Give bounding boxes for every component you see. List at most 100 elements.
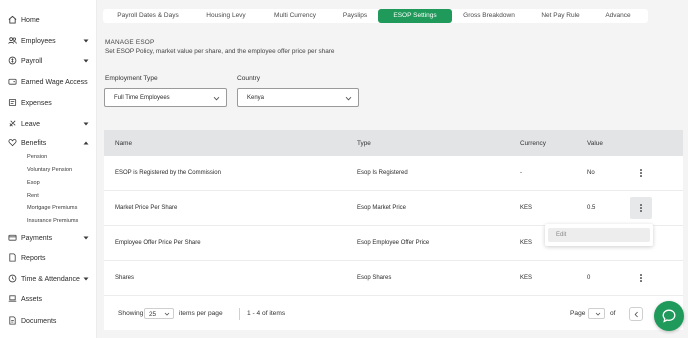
column-header-currency[interactable]: Currency bbox=[520, 140, 546, 147]
receipt-icon bbox=[8, 98, 17, 107]
cell-value: No bbox=[587, 170, 595, 176]
row-actions-kebab-icon[interactable] bbox=[638, 169, 644, 179]
cell-value: 0 bbox=[587, 275, 591, 281]
row-actions-kebab-icon[interactable] bbox=[638, 204, 644, 214]
section-subtitle: Set ESOP Policy, market value per share,… bbox=[105, 48, 335, 55]
sidebar-item-benefits[interactable]: Benefits bbox=[0, 135, 97, 151]
chevron-down-icon bbox=[83, 121, 89, 127]
cell-currency: KES bbox=[520, 275, 533, 281]
chevron-down-icon bbox=[345, 95, 352, 102]
chevron-left-icon bbox=[634, 311, 638, 318]
per-page-value: 25 bbox=[149, 310, 157, 318]
tab-payroll-dates-days[interactable]: Payroll Dates & Days bbox=[106, 9, 190, 23]
cell-type: Esop Market Price bbox=[357, 205, 407, 211]
cell-currency: KES bbox=[520, 240, 533, 246]
per-page-select[interactable]: 25 bbox=[144, 308, 174, 319]
sidebar-item-label: Payroll bbox=[21, 57, 43, 65]
previous-page-button[interactable] bbox=[629, 307, 643, 321]
cell-type: Esop Employee Offer Price bbox=[357, 240, 430, 246]
sidebar-item-label: Earned Wage Access bbox=[21, 78, 88, 86]
tab-esop-settings[interactable]: ESOP Settings bbox=[378, 9, 452, 23]
sidebar-item-employees[interactable]: Employees bbox=[0, 33, 97, 49]
country-select[interactable]: Kenya bbox=[237, 88, 359, 107]
sidebar-item-payroll[interactable]: Payroll bbox=[0, 53, 97, 69]
sidebar-item-label: Benefits bbox=[21, 139, 47, 147]
tab-payslips[interactable]: Payslips bbox=[333, 9, 377, 23]
tab-net-pay-rule[interactable]: Net Pay Rule bbox=[533, 9, 588, 23]
cell-name: Employee Offer Price Per Share bbox=[115, 240, 201, 246]
sidebar-subitem-esop[interactable]: Esop bbox=[27, 180, 40, 186]
per-page-suffix: items per page bbox=[179, 310, 223, 317]
employment-type-label: Employment Type bbox=[105, 75, 158, 82]
column-header-name[interactable]: Name bbox=[115, 140, 132, 147]
table-footer: Showing 25 items per page 1 - 4 of items… bbox=[104, 300, 683, 330]
clock-icon bbox=[8, 274, 17, 283]
edit-menu-item[interactable]: Edit bbox=[548, 228, 650, 242]
sidebar-item-label: Payments bbox=[21, 234, 53, 242]
employment-type-value: Full Time Employees bbox=[114, 95, 170, 101]
sidebar-item-leave[interactable]: Leave bbox=[0, 116, 97, 132]
column-header-value[interactable]: Value bbox=[587, 140, 603, 147]
sidebar-subitem-insurance-premiums[interactable]: Insurance Premiums bbox=[27, 218, 78, 224]
tab-gross-breakdown[interactable]: Gross Breakdown bbox=[457, 9, 521, 23]
employment-type-select[interactable]: Full Time Employees bbox=[104, 88, 227, 107]
cell-name: Market Price Per Share bbox=[115, 205, 178, 211]
country-value: Kenya bbox=[247, 95, 265, 101]
range-text: 1 - 4 of items bbox=[247, 310, 286, 317]
row-actions-kebab-icon[interactable] bbox=[638, 274, 644, 284]
tab-multi-currency[interactable]: Multi Currency bbox=[263, 9, 327, 23]
tab-housing-levy[interactable]: Housing Levy bbox=[195, 9, 257, 23]
chevron-down-icon bbox=[595, 311, 601, 317]
chevron-down-icon bbox=[164, 311, 170, 317]
cell-currency: - bbox=[520, 170, 522, 176]
column-header-type[interactable]: Type bbox=[357, 140, 371, 147]
sidebar-item-assets[interactable]: Assets bbox=[0, 291, 97, 307]
card-icon bbox=[8, 233, 17, 242]
chat-support-button[interactable] bbox=[654, 301, 684, 331]
cell-currency: KES bbox=[520, 205, 533, 211]
cell-name: Shares bbox=[115, 275, 135, 281]
sidebar-subitem-rent[interactable]: Rent bbox=[27, 193, 39, 199]
heart-icon bbox=[8, 138, 17, 147]
sidebar-item-label: Employees bbox=[21, 37, 56, 45]
country-label: Country bbox=[237, 75, 261, 82]
sidebar-item-time-attendance[interactable]: Time & Attendance bbox=[0, 271, 97, 287]
sidebar-subitem-mortgage-premiums[interactable]: Mortgage Premiums bbox=[27, 205, 77, 211]
section-title: MANAGE ESOP bbox=[105, 39, 155, 46]
cell-type: Esop Shares bbox=[357, 275, 392, 281]
sidebar-subitem-voluntary-pension[interactable]: Voluntary Pension bbox=[27, 167, 72, 173]
sidebar-item-label: Assets bbox=[21, 295, 43, 303]
sidebar-subitem-pension[interactable]: Pension bbox=[27, 154, 47, 160]
chevron-down-icon bbox=[213, 95, 220, 102]
sidebar-item-home[interactable]: Home bbox=[0, 12, 97, 28]
chevron-down-icon bbox=[83, 38, 89, 44]
sidebar-item-documents[interactable]: Documents bbox=[0, 313, 97, 329]
file-icon bbox=[8, 316, 17, 325]
app-root: Home Employees Payroll Earned Wage Acces… bbox=[0, 0, 688, 338]
page-select[interactable] bbox=[588, 308, 605, 319]
payroll-icon bbox=[8, 56, 17, 65]
cell-name: ESOP is Registered by the Commission bbox=[115, 170, 221, 176]
chevron-up-icon bbox=[83, 140, 89, 146]
sidebar-item-reports[interactable]: Reports bbox=[0, 250, 97, 266]
tab-advance[interactable]: Advance bbox=[598, 9, 638, 23]
cell-type: Esop Is Registered bbox=[357, 170, 408, 176]
wallet-icon bbox=[8, 77, 17, 86]
leave-icon bbox=[8, 119, 17, 128]
of-label: of bbox=[610, 310, 616, 317]
sidebar-item-label: Documents bbox=[21, 317, 57, 325]
table-row[interactable]: ESOP is Registered by the Commission Eso… bbox=[104, 156, 683, 191]
table-row[interactable]: Shares Esop Shares KES 0 bbox=[104, 261, 683, 296]
chevron-down-icon bbox=[83, 235, 89, 241]
document-icon bbox=[8, 253, 17, 262]
sidebar-item-expenses[interactable]: Expenses bbox=[0, 95, 97, 111]
sidebar-item-earned-wage-access[interactable]: Earned Wage Access bbox=[0, 74, 97, 90]
home-icon bbox=[8, 15, 17, 24]
divider bbox=[239, 308, 240, 320]
table-row[interactable]: Market Price Per Share Esop Market Price… bbox=[104, 191, 683, 226]
sidebar-item-label: Home bbox=[21, 16, 40, 24]
people-icon bbox=[8, 36, 17, 45]
sidebar-item-payments[interactable]: Payments bbox=[0, 230, 97, 246]
settings-tabs: Payroll Dates & Days Housing Levy Multi … bbox=[103, 9, 648, 23]
chevron-down-icon bbox=[83, 276, 89, 282]
